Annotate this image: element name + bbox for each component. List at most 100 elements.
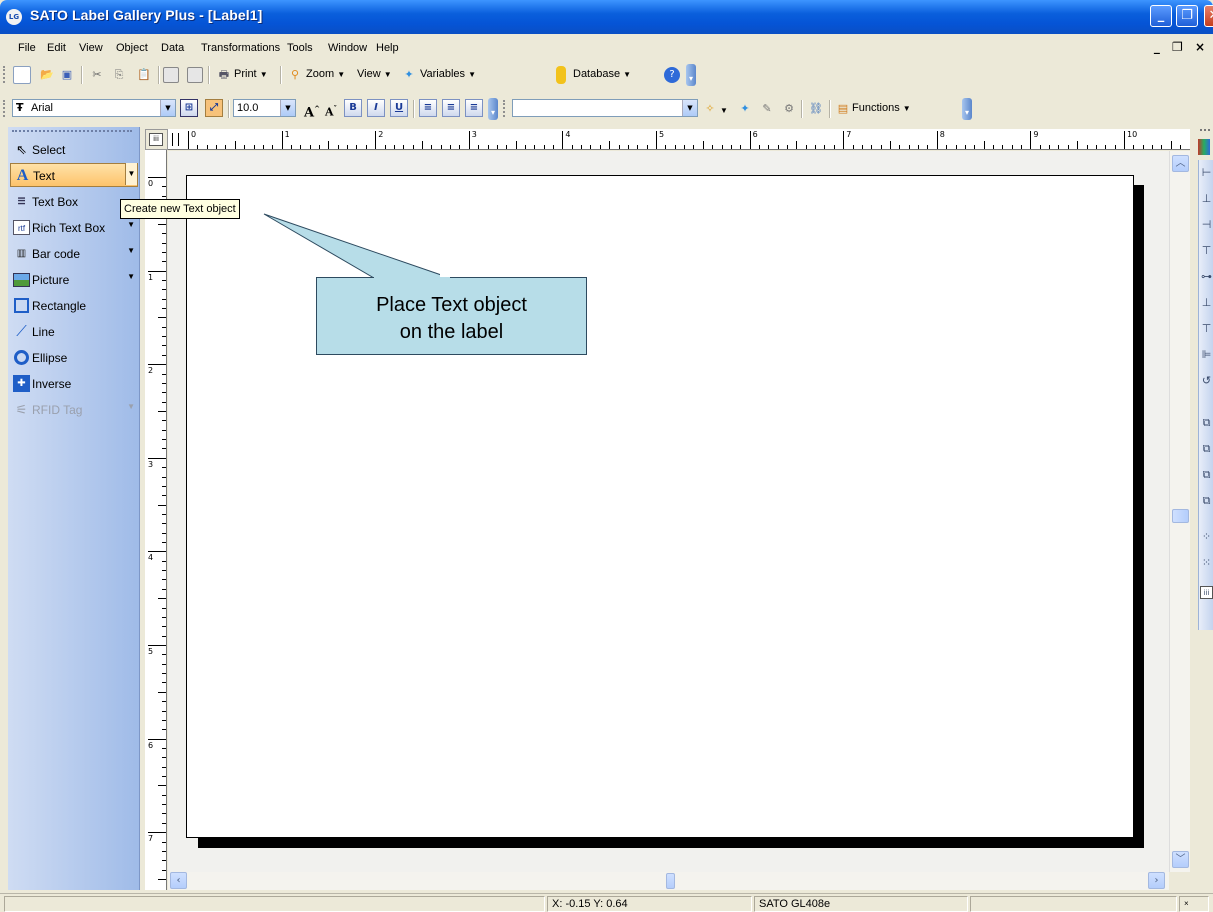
- database-button[interactable]: Database ▼: [573, 68, 631, 80]
- tool-picture[interactable]: Picture ▼: [10, 268, 138, 292]
- mdi-window-controls[interactable]: _ ❐ ×: [1154, 40, 1209, 54]
- scroll-left-button[interactable]: ‹: [170, 872, 187, 889]
- italic-button[interactable]: I: [367, 99, 385, 117]
- scroll-right-button[interactable]: ›: [1148, 872, 1165, 889]
- paste-icon[interactable]: 📋: [135, 66, 153, 84]
- format-toolbar-chevron[interactable]: ▾: [488, 98, 498, 120]
- minimize-button[interactable]: _: [1150, 5, 1172, 27]
- send-to-back-icon[interactable]: ⧉: [1200, 494, 1213, 507]
- new-file-icon[interactable]: [13, 66, 31, 84]
- align-left-button[interactable]: ≡: [419, 99, 437, 117]
- palette-icon[interactable]: [1198, 139, 1210, 155]
- format-toolbar-chevron-2[interactable]: ▾: [962, 98, 972, 120]
- menu-tools[interactable]: Tools: [287, 42, 313, 54]
- grid-icon[interactable]: ⁘: [1200, 530, 1213, 543]
- menu-object[interactable]: Object: [116, 42, 148, 54]
- database-icon[interactable]: [556, 66, 566, 84]
- rotate-text-button[interactable]: ⤢: [205, 99, 223, 117]
- font-name-combo[interactable]: Ŧ Arial ▼: [12, 99, 176, 117]
- scroll-down-button[interactable]: ﹀: [1172, 851, 1189, 868]
- save-icon[interactable]: ▣: [58, 66, 76, 84]
- text-style-button[interactable]: ⊞: [180, 99, 198, 117]
- align-right-button[interactable]: ≡: [465, 99, 483, 117]
- picture-dropdown-arrow[interactable]: ▼: [127, 272, 135, 281]
- font-name-dropdown-arrow[interactable]: ▼: [160, 100, 175, 116]
- bar-code-dropdown-arrow[interactable]: ▼: [127, 246, 135, 255]
- rich-text-dropdown-arrow[interactable]: ▼: [127, 220, 135, 229]
- toolbar-grip[interactable]: [3, 66, 6, 83]
- functions-button[interactable]: Functions ▼: [852, 102, 911, 114]
- import-icon[interactable]: [163, 67, 179, 83]
- zoom-button[interactable]: Zoom ▼: [306, 68, 345, 80]
- zoom-icon[interactable]: ⚲: [286, 66, 304, 84]
- tool-ellipse[interactable]: Ellipse: [10, 346, 138, 370]
- export-icon[interactable]: [187, 67, 203, 83]
- rotate-icon[interactable]: ↺: [1200, 374, 1213, 387]
- align-bottom-icon[interactable]: ⊥: [1200, 296, 1213, 309]
- menu-data[interactable]: Data: [161, 42, 184, 54]
- panel-grip[interactable]: [12, 130, 132, 133]
- object-combo-dropdown-arrow[interactable]: ▼: [682, 100, 697, 116]
- align-left-edges-icon[interactable]: ⊢: [1200, 166, 1213, 179]
- copy-icon[interactable]: ⎘: [110, 66, 128, 84]
- menu-help[interactable]: Help: [376, 42, 399, 54]
- printer-icon[interactable]: 🖶: [215, 66, 233, 84]
- tool-rectangle[interactable]: Rectangle: [10, 294, 138, 318]
- horizontal-scroll-thumb[interactable]: [666, 873, 675, 889]
- vertical-scroll-thumb[interactable]: [1172, 509, 1189, 523]
- vertical-scrollbar[interactable]: ︿ ﹀: [1169, 151, 1190, 872]
- menu-file[interactable]: File: [18, 42, 36, 54]
- send-backward-icon[interactable]: ⧉: [1200, 442, 1213, 455]
- align-center-button[interactable]: ≡: [442, 99, 460, 117]
- ruler-settings-icon[interactable]: iii: [1200, 586, 1213, 599]
- increase-font-icon[interactable]: A^: [303, 100, 321, 120]
- dock-grip[interactable]: [1200, 129, 1210, 132]
- tool-text[interactable]: A Text ▼: [10, 163, 138, 187]
- wand-icon[interactable]: ✧: [701, 100, 719, 118]
- bold-button[interactable]: B: [344, 99, 362, 117]
- menu-window[interactable]: Window: [328, 42, 367, 54]
- help-icon[interactable]: ?: [664, 67, 680, 83]
- close-button[interactable]: ✕: [1204, 5, 1213, 27]
- variables-button[interactable]: Variables ▼: [420, 68, 476, 80]
- bring-to-front-icon[interactable]: ⧉: [1200, 468, 1213, 481]
- view-button[interactable]: View ▼: [357, 68, 392, 80]
- snap-grid-icon[interactable]: ⁙: [1200, 556, 1213, 569]
- font-size-combo[interactable]: 10.0 ▼: [233, 99, 296, 117]
- menu-transformations[interactable]: Transformations: [201, 42, 280, 54]
- open-folder-icon[interactable]: 📂: [38, 66, 56, 84]
- tool-line[interactable]: ⟋ Line: [10, 320, 138, 344]
- scroll-up-button[interactable]: ︿: [1172, 155, 1189, 172]
- ruler-corner[interactable]: iii: [145, 129, 168, 150]
- tool-rich-text-box[interactable]: rtf Rich Text Box ▼: [10, 216, 138, 240]
- cut-icon[interactable]: ✂: [88, 66, 106, 84]
- horizontal-scrollbar[interactable]: ‹ ›: [168, 872, 1169, 890]
- same-width-icon[interactable]: ⊤: [1200, 322, 1213, 335]
- toolbar-grip[interactable]: [503, 100, 506, 117]
- tool-inverse[interactable]: ✚ Inverse: [10, 372, 138, 396]
- align-middle-icon[interactable]: ⊶: [1200, 270, 1213, 283]
- link-icon[interactable]: ⛓: [807, 100, 825, 118]
- functions-icon[interactable]: ▤: [834, 100, 852, 118]
- underline-button[interactable]: U: [390, 99, 408, 117]
- tool-bar-code[interactable]: ▥ Bar code ▼: [10, 242, 138, 266]
- edit-icon[interactable]: ✎: [758, 100, 776, 118]
- tool-text-dropdown-arrow[interactable]: ▼: [125, 163, 137, 185]
- same-height-icon[interactable]: ⊫: [1200, 348, 1213, 361]
- properties-icon[interactable]: ⚙: [780, 100, 798, 118]
- title-bar[interactable]: LG SATO Label Gallery Plus - [Label1] _ …: [0, 0, 1213, 34]
- font-size-dropdown-arrow[interactable]: ▼: [280, 100, 295, 116]
- restore-button[interactable]: ❐: [1176, 5, 1198, 27]
- toolbar-grip[interactable]: [3, 100, 6, 117]
- toolbar-overflow-chevron[interactable]: ▾: [686, 64, 696, 86]
- tool-text-box[interactable]: ☰ Text Box: [10, 190, 138, 214]
- object-combo[interactable]: ▼: [512, 99, 698, 117]
- bring-forward-icon[interactable]: ⧉: [1200, 416, 1213, 429]
- status-resize-grip[interactable]: ×: [1179, 896, 1209, 912]
- new-variable-icon[interactable]: ✦: [736, 100, 754, 118]
- print-button[interactable]: Print ▼: [234, 68, 268, 80]
- align-centers-icon[interactable]: ⊥: [1200, 192, 1213, 205]
- tool-select[interactable]: ⇖ Select: [10, 138, 138, 162]
- menu-view[interactable]: View: [79, 42, 103, 54]
- align-top-icon[interactable]: ⊤: [1200, 244, 1213, 257]
